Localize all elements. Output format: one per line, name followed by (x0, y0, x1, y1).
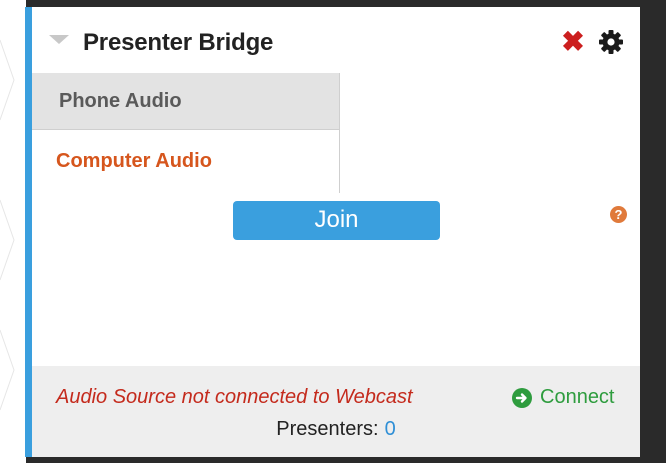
connect-button[interactable]: Connect (512, 386, 615, 409)
arrow-right-circle-icon (512, 387, 532, 408)
join-button[interactable]: Join (233, 201, 440, 240)
presenters-label: Presenters: (276, 418, 379, 440)
presenters-count[interactable]: 0 (385, 418, 396, 440)
collapse-caret-icon[interactable] (49, 35, 69, 44)
question-icon[interactable]: ? (610, 206, 627, 223)
connect-label: Connect (540, 386, 615, 408)
connection-status: Audio Source not connected to Webcast (56, 386, 413, 408)
close-icon[interactable]: ✖ (560, 28, 586, 56)
presenter-bridge-panel: Presenter Bridge ✖ Phone Audio Computer … (25, 7, 640, 457)
audio-tabs: Phone Audio Computer Audio (32, 73, 340, 193)
panel-header: Presenter Bridge ✖ (32, 7, 640, 73)
tab-phone-audio[interactable]: Phone Audio (32, 73, 339, 130)
panel-footer: Audio Source not connected to Webcast Co… (32, 366, 640, 457)
gear-icon[interactable] (598, 29, 624, 55)
tab-computer-audio[interactable]: Computer Audio (32, 130, 339, 193)
presenters-line: Presenters: 0 (32, 418, 640, 441)
background-decoration (0, 0, 26, 463)
panel-title: Presenter Bridge (83, 29, 274, 56)
